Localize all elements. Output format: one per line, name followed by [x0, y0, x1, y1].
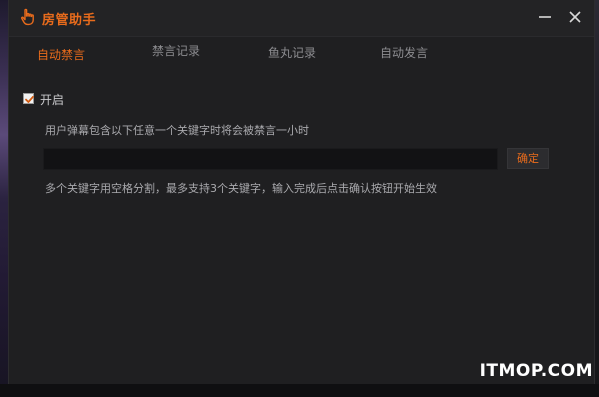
close-button[interactable] — [562, 4, 588, 30]
check-icon — [25, 95, 34, 103]
keyword-description: 用户弹幕包含以下任意一个关键字时将会被禁言一小时 — [45, 124, 309, 137]
screen: 房管助手 自动禁言 禁言记录 鱼丸记录 自动发言 开启 用户弹幕包含以下任意一个… — [0, 0, 599, 397]
minimize-button[interactable] — [532, 4, 558, 30]
hand-pointer-icon — [19, 8, 37, 26]
enable-checkbox[interactable] — [23, 93, 34, 104]
tab-mute-records[interactable]: 禁言记录 — [146, 33, 206, 69]
confirm-button[interactable]: 确定 — [507, 148, 549, 169]
enable-label: 开启 — [40, 93, 65, 107]
tab-fishball-records[interactable]: 鱼丸记录 — [257, 35, 327, 71]
taskbar-strip — [0, 384, 599, 397]
auto-mute-panel: 开启 用户弹幕包含以下任意一个关键字时将会被禁言一小时 确定 多个关键字用空格分… — [9, 74, 594, 384]
keyword-input[interactable] — [43, 148, 498, 170]
minimize-icon — [539, 16, 551, 18]
desktop-background — [0, 0, 8, 397]
close-icon — [569, 11, 581, 23]
window-title: 房管助手 — [42, 13, 97, 28]
tab-auto-speak[interactable]: 自动发言 — [369, 35, 439, 71]
titlebar[interactable]: 房管助手 — [9, 0, 594, 37]
tab-bar: 自动禁言 禁言记录 鱼丸记录 自动发言 — [9, 37, 594, 73]
tab-auto-mute[interactable]: 自动禁言 — [31, 37, 91, 73]
keyword-hint: 多个关键字用空格分割，最多支持3个关键字，输入完成后点击确认按钮开始生效 — [45, 182, 437, 195]
assistant-window: 房管助手 自动禁言 禁言记录 鱼丸记录 自动发言 开启 用户弹幕包含以下任意一个… — [8, 0, 595, 397]
site-watermark: ITMOP.COM — [479, 361, 593, 381]
